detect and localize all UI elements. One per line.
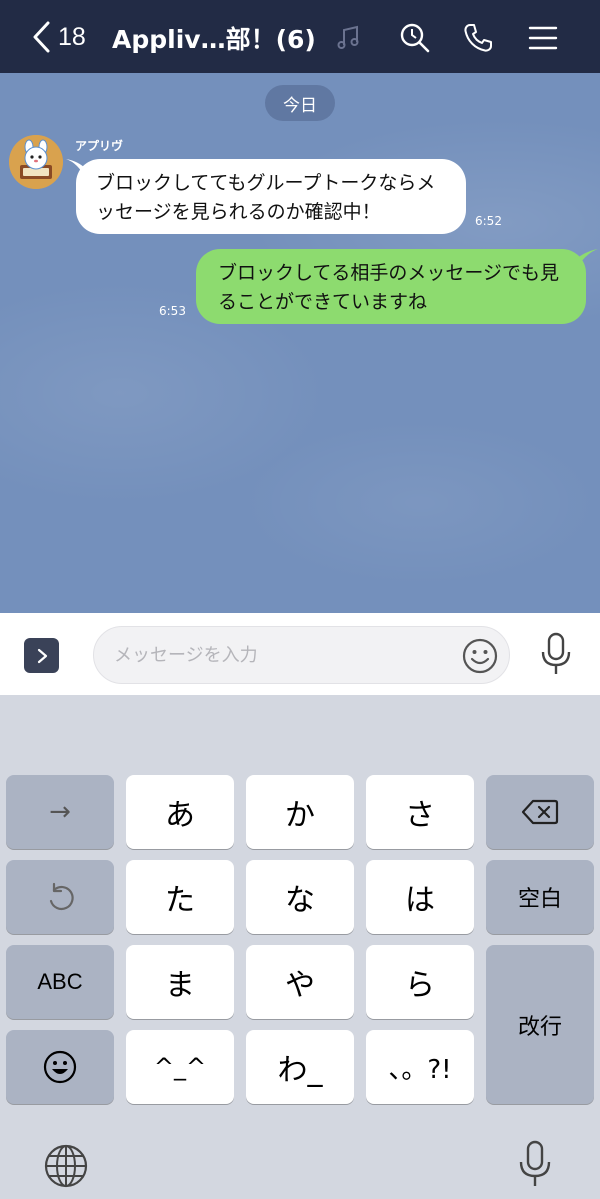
smiley-icon [43, 1050, 77, 1084]
key-label: ら [405, 968, 435, 1003]
message-text-line: ることができていますね [218, 291, 428, 313]
chat-header: 18 Appliv…部！(6) [0, 0, 600, 73]
backspace-icon [521, 799, 559, 825]
key-label: → [49, 797, 71, 827]
back-button[interactable]: 18 [30, 16, 86, 58]
message-text-line: ブロックしててもグループトークならメ [96, 172, 436, 194]
key-ma[interactable]: ま [126, 945, 234, 1019]
key-ra[interactable]: ら [366, 945, 474, 1019]
key-sa[interactable]: さ [366, 775, 474, 849]
phone-icon [464, 24, 492, 52]
key-label: は [405, 883, 435, 918]
key-label: ま [165, 968, 195, 1003]
globe-icon [44, 1144, 88, 1188]
key-wa[interactable]: わ_ [246, 1030, 354, 1104]
key-label: あ [165, 798, 195, 833]
dictation-button[interactable] [515, 1139, 555, 1193]
expand-menu-button[interactable] [24, 638, 59, 673]
unread-count: 18 [58, 22, 86, 51]
voice-input-button[interactable] [536, 631, 576, 677]
avatar[interactable] [9, 135, 63, 189]
microphone-icon [541, 632, 571, 674]
date-separator: 今日 [265, 85, 335, 121]
key-label: わ_ [277, 1053, 323, 1088]
chat-area[interactable]: 今日 アプリヴ ブロックしててもグループトークならメ ッセージを見られるのか確認… [0, 73, 600, 613]
message-text-line: ブロックしてる相手のメッセージでも見 [218, 262, 560, 284]
search-icon [400, 23, 430, 53]
key-ya[interactable]: や [246, 945, 354, 1019]
emoji-button[interactable] [461, 637, 499, 675]
emoji-key[interactable] [6, 1030, 114, 1104]
smiley-icon [462, 638, 498, 674]
backspace-key[interactable] [486, 775, 594, 849]
key-label: た [165, 883, 195, 918]
outgoing-message[interactable]: ブロックしてる相手のメッセージでも見 ることができていますね [196, 249, 586, 324]
message-time: 6:53 [159, 304, 186, 318]
key-na[interactable]: な [246, 860, 354, 934]
key-ha[interactable]: は [366, 860, 474, 934]
chevron-left-icon [33, 21, 50, 53]
message-time: 6:52 [475, 214, 502, 228]
keyboard: → あ か さ た な は 空白 ABC ま や ら 改行 ^_^ わ_ 、。?… [0, 695, 600, 1199]
key-ka[interactable]: か [246, 775, 354, 849]
incoming-message[interactable]: ブロックしててもグループトークならメ ッセージを見られるのか確認中！ [76, 159, 466, 234]
microphone-icon [519, 1140, 551, 1186]
menu-icon [528, 26, 558, 50]
message-input[interactable] [114, 627, 454, 683]
key-label: 空白 [517, 887, 562, 912]
key-label: ABC [37, 969, 83, 994]
chevron-right-icon [37, 648, 47, 663]
call-button[interactable] [458, 18, 498, 58]
key-label: ^_^ [153, 1053, 207, 1081]
undo-key[interactable] [6, 860, 114, 934]
key-label: さ [405, 798, 435, 833]
key-ta[interactable]: た [126, 860, 234, 934]
key-kaomoji[interactable]: ^_^ [126, 1030, 234, 1104]
chat-title: Appliv…部！(6) [112, 25, 316, 54]
language-switch-button[interactable] [43, 1143, 89, 1193]
key-next-arrow[interactable]: → [6, 775, 114, 849]
key-label: 改行 [517, 1014, 562, 1040]
undo-icon [49, 882, 74, 911]
key-a[interactable]: あ [126, 775, 234, 849]
menu-button[interactable] [523, 18, 563, 58]
sender-name: アプリヴ [75, 139, 124, 153]
space-key[interactable]: 空白 [486, 860, 594, 934]
message-input-bar [0, 613, 600, 695]
music-button[interactable] [328, 18, 368, 58]
key-label: な [285, 883, 315, 918]
key-punctuation[interactable]: 、。?! [366, 1030, 474, 1104]
message-field[interactable] [93, 626, 510, 684]
key-label: 、。?! [388, 1054, 452, 1085]
mascot-avatar-icon [9, 135, 63, 189]
search-button[interactable] [395, 18, 435, 58]
key-label: や [285, 968, 315, 1003]
message-text-line: ッセージを見られるのか確認中！ [96, 201, 381, 223]
enter-key[interactable]: 改行 [486, 945, 594, 1104]
music-icon [337, 25, 359, 49]
key-label: か [285, 798, 315, 833]
abc-key[interactable]: ABC [6, 945, 114, 1019]
